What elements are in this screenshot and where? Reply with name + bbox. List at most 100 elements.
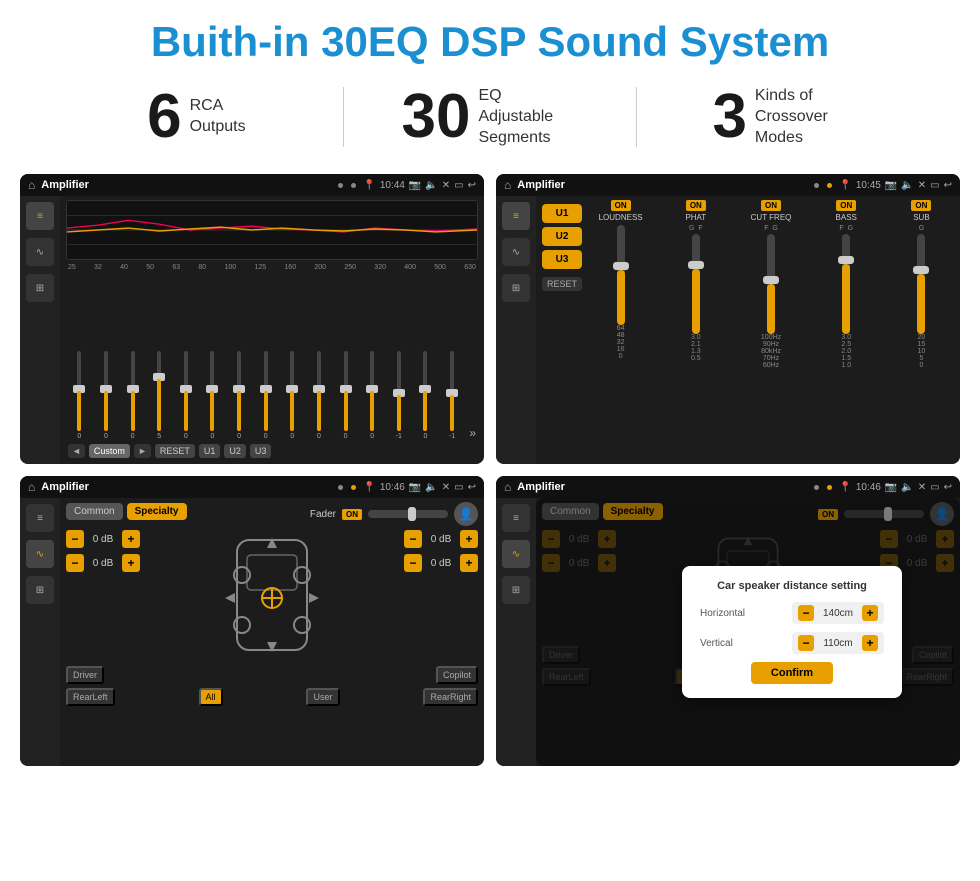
eq-track-5[interactable]	[184, 351, 188, 431]
u1-button[interactable]: U1	[199, 444, 221, 458]
eq-track-11[interactable]	[344, 351, 348, 431]
eq-slider-6: 0	[201, 351, 224, 440]
phat-vals: 3.02.11.30.5	[691, 334, 701, 362]
close-icon: ✕	[442, 180, 450, 191]
fader-sidebar-icon-1[interactable]: ≡	[26, 504, 54, 532]
fader-main-area: Common Specialty Fader ON 👤	[60, 498, 484, 766]
copilot-button[interactable]: Copilot	[436, 666, 478, 684]
eq-track-4[interactable]	[157, 351, 161, 431]
vol-plus-1[interactable]: +	[122, 530, 140, 548]
eq-track-15[interactable]	[450, 351, 454, 431]
vol-minus-3[interactable]: −	[404, 530, 422, 548]
status-bar-eq: ⌂ Amplifier 📍 10:44 📷 🔈 ✕ ▭ ↩	[20, 174, 484, 196]
eq-track-13[interactable]	[397, 351, 401, 431]
horizontal-minus-button[interactable]: −	[798, 605, 814, 621]
distance-sidebar: ≡ ∿ ⊞	[496, 498, 536, 766]
vertical-plus-button[interactable]: +	[862, 635, 878, 651]
vertical-minus-button[interactable]: −	[798, 635, 814, 651]
next-preset-button[interactable]: ►	[134, 444, 151, 458]
eq-track-6[interactable]	[210, 351, 214, 431]
eq-bottom-bar: ◄ Custom ► RESET U1 U2 U3	[66, 440, 478, 460]
eq-val-13: -1	[396, 433, 402, 440]
page-title: Buith-in 30EQ DSP Sound System	[20, 18, 960, 66]
tab-specialty[interactable]: Specialty	[127, 503, 187, 520]
distance-sidebar-icon-3[interactable]: ⊞	[502, 576, 530, 604]
more-sliders-button[interactable]: »	[469, 426, 476, 440]
u3-crossover-button[interactable]: U3	[542, 250, 582, 269]
driver-button[interactable]: Driver	[66, 666, 104, 684]
eq-val-11: 0	[344, 433, 348, 440]
bass-slider[interactable]	[842, 234, 850, 334]
vol-plus-4[interactable]: +	[460, 554, 478, 572]
horizontal-plus-button[interactable]: +	[862, 605, 878, 621]
eq-sidebar-icon-2[interactable]: ∿	[26, 238, 54, 266]
eq-track-1[interactable]	[77, 351, 81, 431]
back-icon-2: ↩	[944, 180, 952, 191]
fader-sidebar-icon-3[interactable]: ⊞	[26, 576, 54, 604]
user-button[interactable]: User	[306, 688, 339, 706]
crossover-sidebar-icon-1[interactable]: ≡	[502, 202, 530, 230]
u3-button[interactable]: U3	[250, 444, 272, 458]
status-icons-distance: 📍 10:46 📷 🔈 ✕ ▭ ↩	[839, 482, 952, 493]
eq-track-2[interactable]	[104, 351, 108, 431]
eq-sidebar-icon-3[interactable]: ⊞	[26, 274, 54, 302]
u2-crossover-button[interactable]: U2	[542, 227, 582, 246]
tab-common[interactable]: Common	[66, 503, 123, 520]
vol-minus-2[interactable]: −	[66, 554, 84, 572]
volume-icon-3: 🔈	[425, 482, 437, 493]
distance-sidebar-icon-1[interactable]: ≡	[502, 504, 530, 532]
eq-time: 10:44	[380, 180, 405, 191]
cutfreq-slider[interactable]	[767, 234, 775, 334]
eq-sidebar-icon-1[interactable]: ≡	[26, 202, 54, 230]
vol-plus-3[interactable]: +	[460, 530, 478, 548]
eq-track-7[interactable]	[237, 351, 241, 431]
fader-tabs: Common Specialty	[66, 503, 187, 520]
vol-row-2: − 0 dB +	[66, 554, 140, 572]
crossover-main-area: U1 U2 U3 RESET ON LOUDNESS 644832160	[536, 196, 960, 464]
fader-on-badge[interactable]: ON	[342, 509, 362, 520]
crossover-reset-button[interactable]: RESET	[542, 277, 582, 291]
fader-horizontal-slider[interactable]	[368, 510, 448, 518]
vol-row-1: − 0 dB +	[66, 530, 140, 548]
screen-distance: ⌂ Amplifier 📍 10:46 📷 🔈 ✕ ▭ ↩ ≡ ∿ ⊞	[496, 476, 960, 766]
eq-track-10[interactable]	[317, 351, 321, 431]
u2-button[interactable]: U2	[224, 444, 246, 458]
loudness-slider[interactable]	[617, 225, 625, 325]
fader-sidebar-icon-2[interactable]: ∿	[26, 540, 54, 568]
freq-630: 630	[464, 264, 476, 271]
crossover-sidebar-icon-2[interactable]: ∿	[502, 238, 530, 266]
crossover-sidebar-icon-3[interactable]: ⊞	[502, 274, 530, 302]
eq-slider-13: -1	[388, 351, 411, 440]
vol-plus-2[interactable]: +	[122, 554, 140, 572]
eq-track-8[interactable]	[264, 351, 268, 431]
prev-preset-button[interactable]: ◄	[68, 444, 85, 458]
custom-preset-button[interactable]: Custom	[89, 444, 130, 458]
eq-track-3[interactable]	[131, 351, 135, 431]
u1-crossover-button[interactable]: U1	[542, 204, 582, 223]
eq-sidebar: ≡ ∿ ⊞	[20, 196, 60, 464]
vol-minus-1[interactable]: −	[66, 530, 84, 548]
freq-25: 25	[68, 264, 76, 271]
status-dot-2	[351, 183, 356, 188]
rearleft-button[interactable]: RearLeft	[66, 688, 115, 706]
freq-50: 50	[146, 264, 154, 271]
distance-sidebar-icon-2[interactable]: ∿	[502, 540, 530, 568]
crossover-sidebar: ≡ ∿ ⊞	[496, 196, 536, 464]
reset-button[interactable]: RESET	[155, 444, 195, 458]
user-avatar-icon[interactable]: 👤	[454, 502, 478, 526]
eq-track-12[interactable]	[370, 351, 374, 431]
vol-minus-4[interactable]: −	[404, 554, 422, 572]
eq-track-14[interactable]	[423, 351, 427, 431]
loudness-group: ON LOUDNESS 644832160	[588, 200, 653, 460]
rearright-button[interactable]: RearRight	[423, 688, 478, 706]
stat-rca-number: 6	[147, 86, 181, 148]
vol-val-4: 0 dB	[426, 558, 456, 569]
stats-row: 6 RCAOutputs 30 EQ AdjustableSegments 3 …	[0, 76, 980, 166]
confirm-button[interactable]: Confirm	[751, 662, 833, 684]
all-button[interactable]: All	[199, 688, 223, 706]
status-bar-distance: ⌂ Amplifier 📍 10:46 📷 🔈 ✕ ▭ ↩	[496, 476, 960, 498]
eq-slider-4: 5	[148, 351, 171, 440]
phat-slider[interactable]	[692, 234, 700, 334]
eq-track-9[interactable]	[290, 351, 294, 431]
sub-slider[interactable]	[917, 234, 925, 334]
